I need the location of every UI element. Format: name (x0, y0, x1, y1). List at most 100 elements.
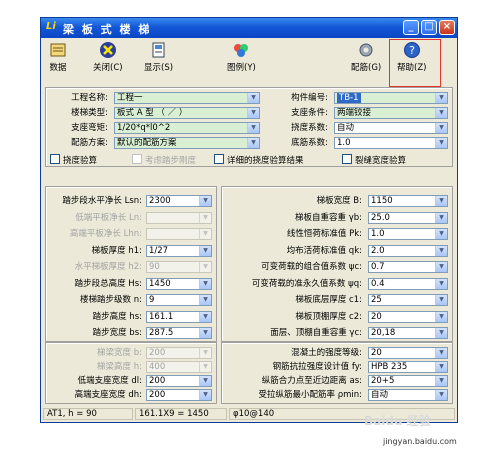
material-label-0: 混凝土的强度等级: (291, 348, 362, 358)
chevron-down-icon[interactable]: ▼ (199, 295, 211, 305)
close-window-button[interactable]: × (439, 20, 455, 35)
chevron-down-icon[interactable]: ▼ (199, 311, 211, 322)
geometry-field-5[interactable]: 1450 ▼ (146, 277, 212, 290)
display-label: 显示(S) (144, 63, 174, 73)
support-field-0[interactable]: 200 ▼ (146, 347, 212, 359)
chevron-down-icon[interactable]: ▼ (199, 245, 211, 256)
crack-check-checkbox[interactable]: 裂缝宽度验算 (342, 154, 406, 167)
load-label-6: 梯板底层厚度 c1: (295, 295, 362, 305)
close-circle-icon (99, 42, 116, 58)
stair-type-select[interactable]: 板式 A 型 （ ／ ） ▼ (114, 107, 260, 119)
deflection-check-checkbox[interactable]: 挠度验算 (50, 154, 97, 167)
stiffness-consider-checkbox[interactable]: 考虑踏步刚度 (132, 154, 196, 167)
geometry-field-7[interactable]: 161.1 ▼ (146, 310, 212, 323)
chevron-down-icon[interactable]: ▼ (435, 311, 447, 322)
load-field-0[interactable]: 1150 ▼ (368, 195, 448, 207)
material-field-2[interactable]: 20+5 ▼ (368, 375, 448, 387)
chevron-down-icon[interactable]: ▼ (199, 362, 211, 372)
app-logo-icon: Li (46, 21, 56, 32)
project-name-label: 工程名称: (71, 93, 108, 103)
material-label-2: 纵筋合力点至近边距离 as: (261, 376, 362, 386)
chevron-down-icon[interactable]: ▼ (435, 376, 447, 386)
chevron-down-icon[interactable]: ▼ (435, 348, 447, 358)
load-field-8[interactable]: 20,18 ▼ (368, 327, 448, 339)
rebar-scheme-select[interactable]: 默认的配筋方案 ▼ (114, 137, 260, 149)
load-label-5: 可变荷载的准永久值系数 ψq: (251, 278, 362, 289)
close-toolbar-button[interactable]: 关闭(C) (93, 41, 123, 73)
geometry-label-3: 梯板厚度 h1: (91, 245, 142, 256)
geometry-field-1[interactable]: ▼ (146, 211, 212, 224)
support-label-2: 低端支座宽度 dl: (77, 376, 142, 386)
geometry-field-3[interactable]: 1/27 ▼ (146, 244, 212, 257)
checkbox-icon (342, 154, 352, 164)
load-field-4[interactable]: 0.7 ▼ (368, 261, 448, 273)
support-field-3[interactable]: 200 ▼ (146, 389, 212, 401)
chevron-down-icon[interactable]: ▼ (435, 328, 447, 338)
reinforcement-button[interactable]: 配筋(G) (351, 41, 381, 73)
support-bending-select[interactable]: 1/20*q*l0^2 ▼ (114, 122, 260, 134)
chevron-down-icon[interactable]: ▼ (199, 376, 211, 386)
support-cond-select[interactable]: 两端铰接 ▼ (334, 107, 448, 119)
chevron-down-icon[interactable]: ▼ (199, 278, 211, 289)
load-field-5[interactable]: 0.4 ▼ (368, 277, 448, 290)
geometry-field-2[interactable]: ▼ (146, 228, 212, 240)
chevron-down-icon[interactable]: ▼ (435, 295, 447, 305)
support-panel: 梯梁宽度 b: 200 ▼ 梯梁高度 h: 400 ▼ 低端支座宽度 dl: 200 ▼ 高端支座… (45, 342, 217, 404)
geometry-field-4[interactable]: 90 ▼ (146, 261, 212, 273)
material-field-1[interactable]: HPB 235 ▼ (368, 361, 448, 373)
chevron-down-icon[interactable]: ▼ (435, 362, 447, 372)
chevron-down-icon[interactable]: ▼ (435, 212, 447, 223)
geometry-field-8[interactable]: 287.5 ▼ (146, 327, 212, 339)
material-field-3[interactable]: 自动 ▼ (368, 389, 448, 401)
geometry-field-0[interactable]: 2300 ▼ (146, 195, 212, 207)
chevron-down-icon[interactable]: ▼ (435, 229, 447, 239)
geometry-field-6[interactable]: 9 ▼ (146, 294, 212, 306)
chevron-down-icon[interactable]: ▼ (199, 262, 211, 272)
chevron-down-icon[interactable]: ▼ (199, 328, 211, 338)
chevron-down-icon[interactable]: ▼ (199, 196, 211, 206)
chevron-down-icon[interactable]: ▼ (435, 390, 447, 400)
support-field-1[interactable]: 400 ▼ (146, 361, 212, 373)
chevron-down-icon[interactable]: ▼ (435, 262, 447, 272)
data-menu-button[interactable]: 数据 (49, 41, 67, 73)
material-label-3: 受拉纵筋最小配筋率 ρmin: (258, 390, 363, 400)
support-bending-label: 支座弯矩: (71, 123, 108, 133)
chevron-down-icon[interactable]: ▼ (199, 212, 211, 223)
highlight-box (389, 39, 441, 87)
chevron-down-icon[interactable]: ▼ (199, 348, 211, 358)
load-label-3: 均布活荷标准值 qk: (286, 245, 362, 256)
load-label-7: 梯板顶棚厚度 c2: (295, 311, 362, 322)
detailed-result-checkbox[interactable]: 详细的挠度验算结果 (214, 154, 304, 167)
chevron-down-icon[interactable]: ▼ (199, 390, 211, 400)
chevron-down-icon[interactable]: ▼ (199, 229, 211, 239)
chevron-down-icon[interactable]: ▼ (435, 245, 447, 256)
load-field-3[interactable]: 2.0 ▼ (368, 244, 448, 257)
project-name-field[interactable]: 工程一 ▼ (114, 92, 260, 104)
support-cond-label: 支座条件: (291, 108, 328, 118)
maximize-button[interactable]: □ (421, 20, 437, 35)
geometry-label-5: 踏步段总高度 Hs: (74, 278, 142, 289)
drawing-button[interactable]: 图例(Y) (227, 41, 256, 73)
load-label-8: 面层、顶棚自重容重 γc: (270, 328, 362, 338)
general-settings-panel: 工程名称: 工程一 ▼ 楼梯类型: 板式 A 型 （ ／ ） ▼ 支座弯矩: 1/2… (45, 87, 453, 167)
geometry-label-1: 低端平板净长 Ln: (75, 212, 142, 223)
checkbox-icon (214, 154, 224, 164)
chevron-down-icon[interactable]: ▼ (435, 278, 447, 289)
checkbox-icon (50, 154, 60, 164)
load-field-2[interactable]: 1.0 ▼ (368, 228, 448, 240)
load-field-7[interactable]: 20 ▼ (368, 310, 448, 323)
display-button[interactable]: 显示(S) (144, 41, 173, 73)
load-field-6[interactable]: 25 ▼ (368, 294, 448, 306)
chevron-down-icon[interactable]: ▼ (435, 196, 447, 206)
chevron-down-icon: ▼ (435, 108, 447, 118)
deflection-coef-select[interactable]: 自动 ▼ (334, 122, 448, 134)
load-field-1[interactable]: 25.0 ▼ (368, 211, 448, 224)
material-field-0[interactable]: 20 ▼ (368, 347, 448, 359)
bottom-rebar-select[interactable]: 1.0 ▼ (334, 137, 448, 149)
minimize-button[interactable]: _ (403, 20, 419, 35)
geometry-label-8: 踏步宽度 bs: (92, 328, 142, 338)
member-no-select[interactable]: TB-1 ▼ (334, 92, 448, 104)
title-bar[interactable]: Li 梁 板 式 楼 梯 _ □ × (41, 18, 457, 38)
stair-design-window: Li 梁 板 式 楼 梯 _ □ × 数据 关闭(C) 显示(S) 图例(Y) … (40, 17, 458, 423)
support-field-2[interactable]: 200 ▼ (146, 375, 212, 387)
